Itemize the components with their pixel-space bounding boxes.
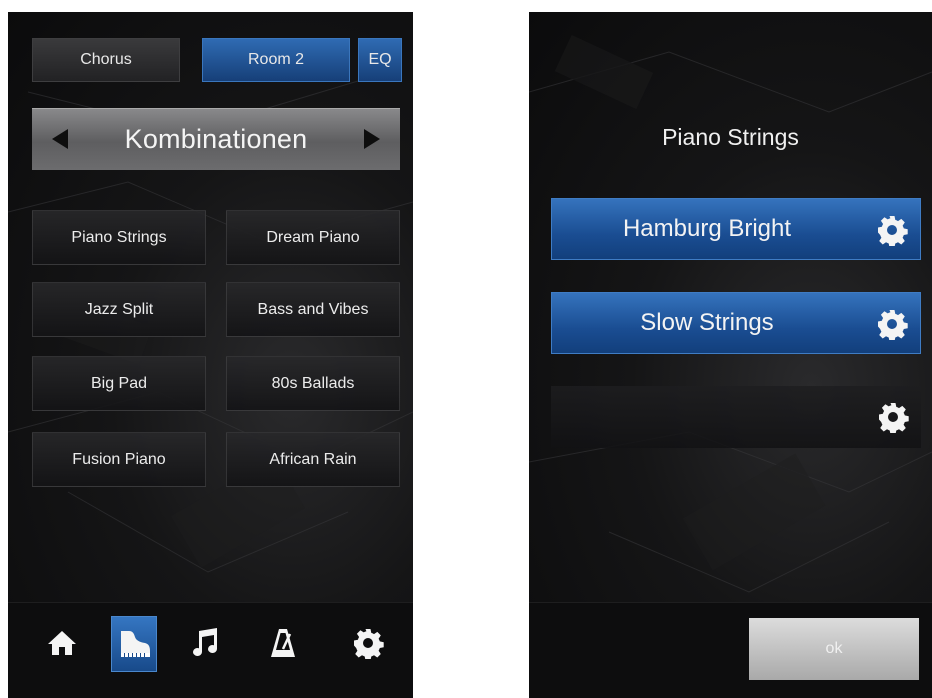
nav-music-button[interactable] [183,616,227,670]
next-category-arrow-icon[interactable] [364,129,380,149]
category-title: Kombinationen [124,123,308,154]
ok-button[interactable]: ok [749,618,919,680]
combination-detail-screen: Piano Strings Hamburg Bright Slow String… [529,12,932,698]
combination-title: Piano Strings [662,124,799,150]
preset-button[interactable]: Fusion Piano [32,432,206,487]
grand-piano-icon [121,631,150,657]
tab-chorus[interactable]: Chorus [32,38,180,82]
nav-metronome-button[interactable] [261,616,305,670]
nav-settings-button[interactable] [346,616,390,670]
preset-button[interactable]: African Rain [226,432,400,487]
preset-button[interactable]: Bass and Vibes [226,282,400,337]
music-note-icon [193,628,217,656]
tab-room-2[interactable]: Room 2 [202,38,350,82]
preset-button[interactable]: Piano Strings [32,210,206,265]
preset-button[interactable]: Jazz Split [32,282,206,337]
preset-button[interactable]: 80s Ballads [226,356,400,411]
tab-eq[interactable]: EQ [358,38,402,82]
combinations-screen: Chorus Room 2 EQ Kombinationen Piano Str… [8,12,413,698]
preset-button[interactable]: Dream Piano [226,210,400,265]
preset-button[interactable]: Big Pad [32,356,206,411]
background-texture [529,34,932,593]
gear-icon[interactable] [876,308,908,340]
gear-icon [352,627,384,659]
sound-slot-label: Slow Strings [640,309,774,336]
home-icon [48,631,76,655]
sound-slot-2[interactable]: Slow Strings [551,292,921,354]
gear-icon[interactable] [877,401,909,433]
sound-slot-label: Hamburg Bright [622,215,792,242]
category-selector: Kombinationen [32,108,400,170]
metronome-icon [271,629,295,657]
sound-slot-3[interactable] [551,386,921,448]
nav-piano-button[interactable] [111,616,157,672]
nav-home-button[interactable] [40,616,84,670]
gear-icon[interactable] [876,214,908,246]
sound-slot-1[interactable]: Hamburg Bright [551,198,921,260]
sound-slot-label [551,386,861,448]
previous-category-arrow-icon[interactable] [52,129,68,149]
